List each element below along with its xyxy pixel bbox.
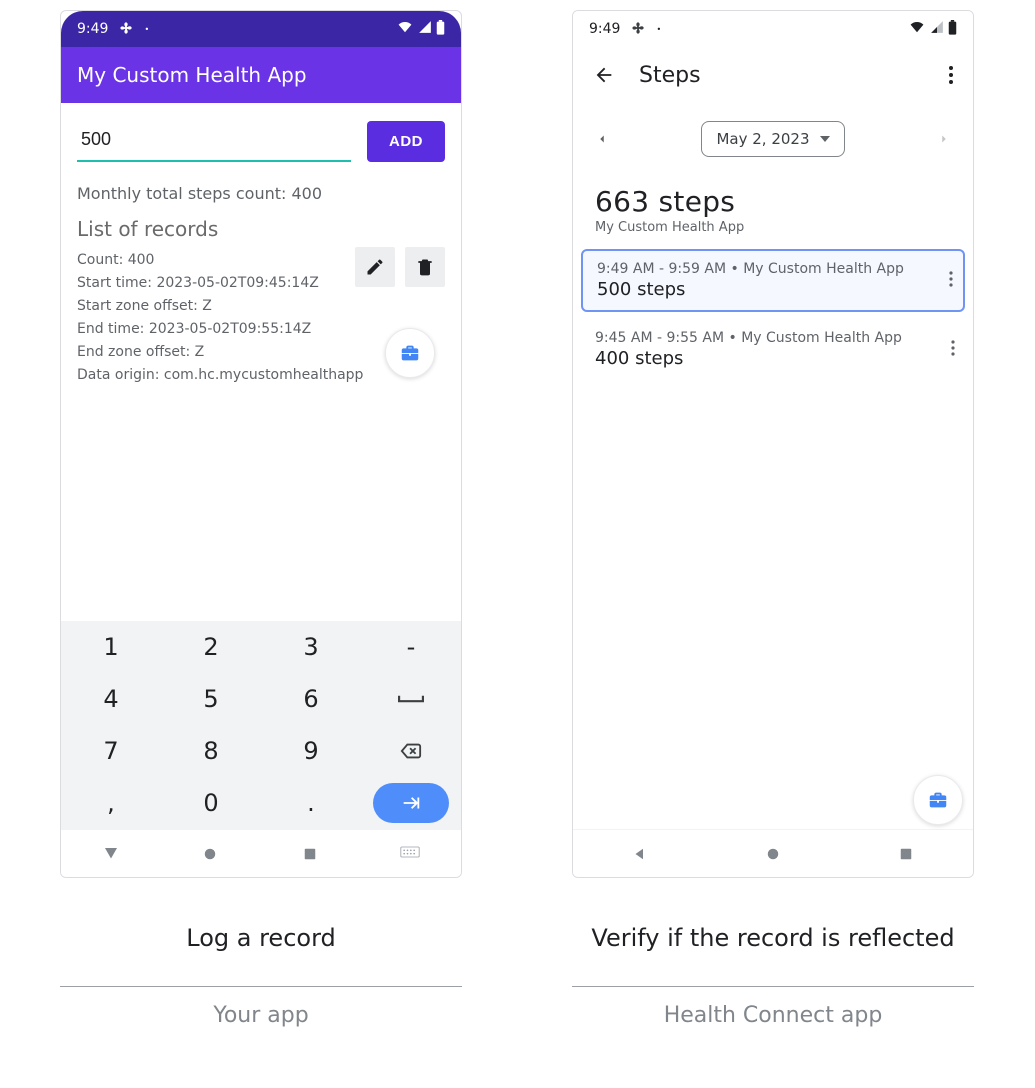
entry-meta: 9:49 AM - 9:59 AM • My Custom Health App [597,261,949,277]
key-space[interactable] [361,673,461,725]
record-start-zone: Start zone offset: Z [77,295,445,318]
battery-icon [436,20,445,39]
caption-primary: Log a record [186,906,336,970]
nav-back[interactable] [102,845,120,863]
signal-icon [418,20,432,38]
hc-top-bar: Steps [573,47,973,103]
status-time: 9:49 [77,21,108,37]
key-5[interactable]: 5 [161,673,261,725]
nav-back[interactable] [631,845,649,863]
back-button[interactable] [593,64,615,86]
key-comma[interactable]: , [61,777,161,829]
status-dot: • [656,25,661,34]
key-minus[interactable]: - [361,621,461,673]
caption-secondary: Health Connect app [664,1003,883,1028]
total-steps: 663 steps [595,185,951,218]
briefcase-icon [399,342,421,364]
entry-more-menu[interactable] [949,271,953,291]
caption-divider [572,986,974,987]
nav-recent[interactable] [897,845,915,863]
left-column: 9:49 • My Custom Health App [60,10,462,1028]
fan-icon [630,21,646,37]
phone-right: 9:49 • Steps [572,10,974,878]
nav-home[interactable] [201,845,219,863]
toolbox-fab[interactable] [913,775,963,825]
key-2[interactable]: 2 [161,621,261,673]
nav-home[interactable] [764,845,782,863]
add-button[interactable]: ADD [367,121,445,162]
backspace-icon [398,740,424,762]
wifi-icon [908,20,926,38]
record-block: Count: 400 Start time: 2023-05-02T09:45:… [77,249,445,388]
page-title: Steps [639,63,701,88]
caption-divider [60,986,462,987]
entry-more-menu[interactable] [951,340,955,360]
briefcase-icon [927,789,949,811]
phone-left: 9:49 • My Custom Health App [60,10,462,878]
key-enter[interactable] [373,783,449,823]
caption-secondary: Your app [213,1003,308,1028]
android-nav-bar [573,829,973,877]
nav-keyboard-toggle[interactable] [400,845,420,862]
key-4[interactable]: 4 [61,673,161,725]
list-header: List of records [77,217,445,241]
key-1[interactable]: 1 [61,621,161,673]
wifi-icon [396,20,414,38]
status-bar: 9:49 • [61,11,461,47]
steps-input[interactable] [77,121,351,162]
app-bar: My Custom Health App [61,47,461,103]
enter-icon [400,792,422,814]
status-time: 9:49 [589,21,620,37]
entry-value: 500 steps [597,279,949,300]
app-body: ADD Monthly total steps count: 400 List … [61,103,461,621]
steps-entry[interactable]: 9:49 AM - 9:59 AM • My Custom Health App… [581,249,965,312]
steps-entry[interactable]: 9:45 AM - 9:55 AM • My Custom Health App… [581,320,965,379]
prev-day-button[interactable] [595,132,609,146]
pencil-icon [365,257,385,277]
date-selector-row: May 2, 2023 [573,103,973,157]
key-3[interactable]: 3 [261,621,361,673]
date-picker-chip[interactable]: May 2, 2023 [701,121,844,157]
toolbox-fab[interactable] [385,328,435,378]
entry-meta: 9:45 AM - 9:55 AM • My Custom Health App [595,330,951,346]
battery-icon [948,20,957,39]
android-nav-bar [61,829,461,877]
numeric-keyboard: 1 2 3 - 4 5 6 7 8 9 [61,621,461,829]
next-day-button[interactable] [937,132,951,146]
total-steps-subtitle: My Custom Health App [595,220,951,235]
key-backspace[interactable] [361,725,461,777]
key-7[interactable]: 7 [61,725,161,777]
status-bar: 9:49 • [573,11,973,47]
key-period[interactable]: . [261,777,361,829]
app-title: My Custom Health App [77,63,307,87]
key-6[interactable]: 6 [261,673,361,725]
caption-primary: Verify if the record is reflected [591,906,954,970]
nav-recent[interactable] [301,845,319,863]
fan-icon [118,21,134,37]
chevron-down-icon [820,136,830,142]
status-dot: • [144,25,149,34]
edit-button[interactable] [355,247,395,287]
trash-icon [415,257,435,277]
entry-value: 400 steps [595,348,951,369]
key-0[interactable]: 0 [161,777,261,829]
hc-body: 663 steps My Custom Health App 9:49 AM -… [573,157,973,829]
space-icon [398,688,424,710]
right-column: 9:49 • Steps [572,10,974,1028]
key-8[interactable]: 8 [161,725,261,777]
signal-icon [930,20,944,38]
delete-button[interactable] [405,247,445,287]
key-9[interactable]: 9 [261,725,361,777]
date-label: May 2, 2023 [716,130,809,148]
more-menu[interactable] [949,66,953,84]
monthly-total-label: Monthly total steps count: 400 [77,184,445,203]
